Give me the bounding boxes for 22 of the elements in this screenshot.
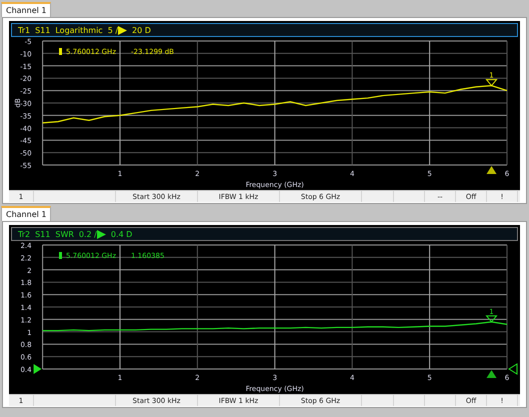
marker-flag-icon	[59, 48, 62, 55]
trace-scale: 0.2 /	[78, 230, 97, 238]
trace-format: Logarithmic	[55, 26, 103, 34]
trace-parameter: S11	[35, 26, 50, 34]
marker-icon	[485, 79, 498, 86]
trace-format: SWR	[55, 230, 74, 238]
trace-name: Tr1	[18, 26, 30, 34]
trace-name: Tr2	[18, 230, 30, 238]
trace-reference: 0.4 D	[110, 230, 132, 238]
reference-icon	[118, 26, 128, 34]
marker-flag-icon	[59, 252, 62, 259]
marker-icon	[485, 315, 498, 323]
trace-scale: 5 /	[108, 26, 118, 34]
trace-reference: 20 D	[132, 26, 151, 34]
reference-icon	[96, 230, 106, 238]
trace-parameter: S11	[35, 230, 50, 238]
reference-left-icon	[34, 364, 42, 374]
channel-tab[interactable]: Channel 1	[1, 206, 52, 221]
reference-right-icon	[508, 363, 518, 375]
marker-position-icon	[486, 166, 497, 174]
channel-tab[interactable]: Channel 1	[1, 2, 52, 17]
marker-position-icon	[486, 370, 497, 378]
